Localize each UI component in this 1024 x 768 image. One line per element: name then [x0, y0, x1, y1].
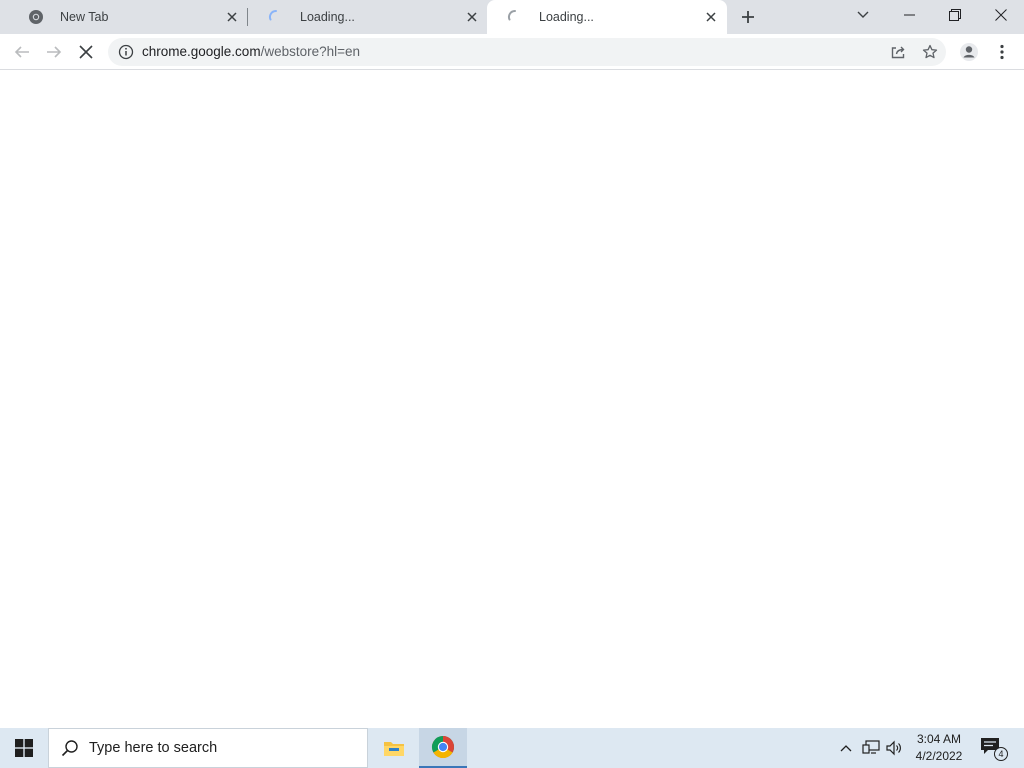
page-content-area: [0, 71, 1024, 728]
system-clock[interactable]: 3:04 AM 4/2/2022: [910, 731, 968, 765]
close-window-button[interactable]: [978, 0, 1024, 30]
show-hidden-icons-button[interactable]: [836, 738, 856, 758]
chevron-down-icon: [857, 11, 869, 18]
clock-date: 4/2/2022: [915, 749, 963, 763]
avatar-icon: [960, 43, 978, 61]
clock-time: 3:04 AM: [916, 732, 962, 746]
taskbar-search-box[interactable]: Type here to search: [48, 728, 368, 768]
start-button[interactable]: [0, 728, 48, 768]
url-path: /webstore?hl=en: [260, 44, 361, 59]
tab-loading-active[interactable]: Loading...: [487, 0, 727, 34]
url-text[interactable]: chrome.google.com/webstore?hl=en: [142, 44, 360, 59]
search-icon: [61, 739, 79, 757]
windows-logo-icon: [15, 739, 33, 757]
back-button[interactable]: [8, 38, 36, 66]
tab-close-icon[interactable]: [224, 9, 240, 25]
new-tab-button[interactable]: [736, 5, 760, 29]
tab-title: Loading...: [539, 10, 594, 24]
stop-loading-button[interactable]: [72, 38, 100, 66]
tab-strip: New Tab Loading... Loading...: [0, 0, 1024, 34]
loading-spinner-icon: [268, 9, 284, 25]
browser-toolbar: chrome.google.com/webstore?hl=en: [0, 34, 1024, 70]
arrow-left-icon: [14, 46, 29, 58]
search-placeholder: Type here to search: [89, 740, 218, 756]
windows-taskbar: Type here to search 3:04 AM 4/2/2022 4: [0, 728, 1024, 768]
forward-button[interactable]: [40, 38, 68, 66]
bookmark-star-icon[interactable]: [922, 44, 938, 60]
tab-close-icon[interactable]: [464, 9, 480, 25]
folder-icon: [384, 742, 404, 756]
tab-title: Loading...: [300, 10, 355, 24]
action-center-button[interactable]: 4: [980, 737, 1008, 761]
tab-new-tab[interactable]: New Tab: [8, 0, 248, 34]
tab-loading-1[interactable]: Loading...: [248, 0, 488, 34]
network-button[interactable]: [861, 738, 881, 758]
network-icon: [862, 740, 880, 754]
arrow-right-icon: [47, 46, 62, 58]
minimize-button[interactable]: [886, 0, 932, 30]
loading-spinner-icon: [507, 9, 523, 25]
restore-button[interactable]: [932, 0, 978, 30]
share-icon[interactable]: [890, 44, 906, 60]
restore-icon: [949, 9, 961, 21]
notification-count-badge: 4: [994, 747, 1008, 761]
menu-button[interactable]: [988, 38, 1016, 66]
tab-title: New Tab: [60, 10, 109, 24]
tab-close-icon[interactable]: [703, 9, 719, 25]
chrome-logo-icon: [432, 736, 454, 758]
chrome-taskbar-button[interactable]: [419, 728, 467, 768]
tab-search-button[interactable]: [840, 0, 886, 30]
site-info-icon[interactable]: [118, 44, 134, 60]
plus-icon: [742, 11, 754, 23]
url-host: chrome.google.com: [142, 44, 261, 59]
speaker-icon: [886, 740, 901, 756]
chrome-icon: [28, 9, 44, 25]
file-explorer-button[interactable]: [370, 728, 418, 768]
stop-icon: [79, 45, 93, 59]
volume-button[interactable]: [885, 738, 905, 758]
profile-button[interactable]: [955, 38, 983, 66]
minimize-icon: [903, 14, 915, 16]
kebab-menu-icon: [1000, 44, 1004, 60]
address-bar[interactable]: chrome.google.com/webstore?hl=en: [108, 38, 946, 66]
close-icon: [995, 9, 1007, 21]
chevron-up-icon: [840, 745, 852, 752]
